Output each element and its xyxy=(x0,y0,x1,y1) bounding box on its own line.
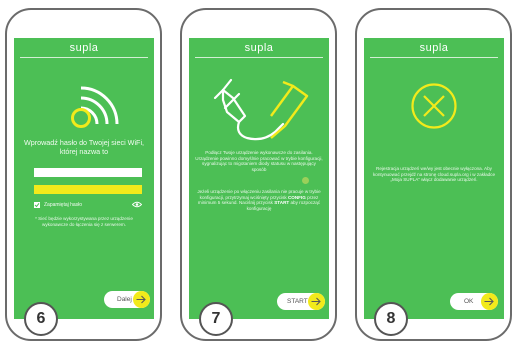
status-led-icon xyxy=(302,177,309,184)
step-number-badge: 8 xyxy=(374,302,408,336)
instruction-paragraph-2: Jeżeli urządzenie po włączeniu zasilania… xyxy=(197,189,321,211)
arrow-right-icon xyxy=(481,293,498,310)
step-number-badge: 7 xyxy=(199,302,233,336)
start-button[interactable]: START xyxy=(277,293,325,310)
error-x-icon xyxy=(411,83,457,129)
phone-step-6: supla Wprowadź hasło do Twojej sieci WiF… xyxy=(5,8,162,341)
instruction-paragraph-1: Podłącz Twoje urządzenie wykonawcze do z… xyxy=(195,150,323,172)
config-key-label: CONFIG xyxy=(287,194,306,200)
power-plug-icon xyxy=(213,78,309,141)
phone-step-8: supla Rejestracja urządzeń we/wy jest ob… xyxy=(355,8,512,341)
wifi-icon xyxy=(71,86,119,128)
arrow-right-icon xyxy=(308,293,325,310)
check-icon xyxy=(34,202,40,208)
remember-password-row: Zapamiętaj hasło xyxy=(34,201,144,210)
power-on-screen: supla Podłącz Twoje urządzenie wykonawcz… xyxy=(189,38,329,319)
start-button-label: START xyxy=(287,298,308,305)
screen-title: Wprowadź hasło do Twojej sieci WiFi, któ… xyxy=(23,138,145,156)
wifi-password-screen: supla Wprowadź hasło do Twojej sieci WiF… xyxy=(14,38,154,319)
wifi-ssid-field[interactable] xyxy=(34,168,142,177)
remember-password-checkbox[interactable] xyxy=(34,202,40,208)
arrow-right-icon xyxy=(133,291,150,308)
phone-step-7: supla Podłącz Twoje urządzenie wykonawcz… xyxy=(180,8,337,341)
ok-button-label: OK xyxy=(464,298,474,305)
app-logo: supla xyxy=(419,42,449,54)
next-button[interactable]: Dalej xyxy=(104,291,150,308)
app-header: supla xyxy=(14,38,154,58)
wifi-password-field[interactable] xyxy=(34,185,142,194)
ok-button[interactable]: OK xyxy=(450,293,498,310)
app-header: supla xyxy=(364,38,504,58)
app-header: supla xyxy=(189,38,329,58)
app-logo: supla xyxy=(69,42,99,54)
step-number-badge: 6 xyxy=(24,302,58,336)
registration-disabled-screen: supla Rejestracja urządzeń we/wy jest ob… xyxy=(364,38,504,319)
start-key-label: START xyxy=(274,200,290,206)
eye-icon[interactable] xyxy=(132,201,142,208)
remember-password-label: Zapamiętaj hasło xyxy=(44,202,83,208)
app-logo: supla xyxy=(244,42,274,54)
network-note: * Sieć będzie wykorzystywana przez urząd… xyxy=(35,216,133,227)
next-button-label: Dalej xyxy=(117,296,132,303)
registration-message: Rejestracja urządzeń we/wy jest obecnie … xyxy=(372,166,496,183)
